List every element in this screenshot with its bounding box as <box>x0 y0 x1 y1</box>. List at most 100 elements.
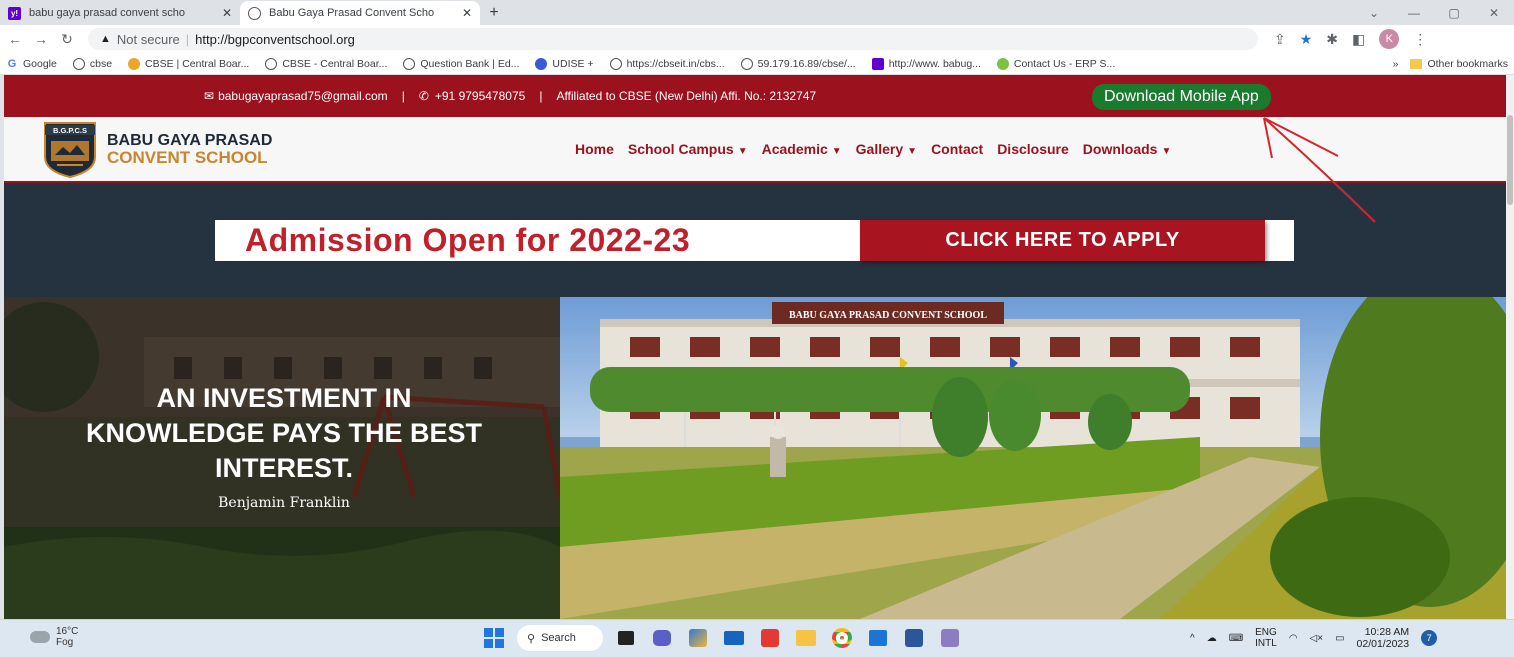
bookmark-label: CBSE | Central Boar... <box>145 57 250 70</box>
nav-disclosure[interactable]: Disclosure <box>997 141 1069 157</box>
school-building-image: BABU GAYA PRASAD CONVENT SCHOOL <box>560 297 1506 619</box>
taskbar-search[interactable]: ⚲ Search <box>517 625 603 651</box>
building-sign: BABU GAYA PRASAD CONVENT SCHOOL <box>789 310 987 321</box>
quote-author: Benjamin Franklin <box>218 495 350 511</box>
mail-icon: ✉ <box>204 89 215 103</box>
sway-icon[interactable] <box>865 625 891 651</box>
start-button[interactable] <box>481 625 507 651</box>
folder-icon <box>1410 58 1423 69</box>
bookmark-item[interactable]: Contact Us - ERP S... <box>996 57 1115 70</box>
nav-label: Downloads <box>1082 141 1158 157</box>
security-label: Not secure <box>116 31 180 47</box>
keyboard-layout: INTL <box>1255 638 1277 649</box>
bookmark-item[interactable]: G Google <box>6 58 57 70</box>
battery-icon[interactable]: ▭ <box>1335 633 1344 644</box>
restore-button[interactable]: ▢ <box>1434 0 1474 25</box>
bookmark-star-icon[interactable]: ★ <box>1300 31 1313 48</box>
brand-name[interactable]: BABU GAYA PRASAD CONVENT SCHOOL <box>107 132 272 166</box>
chevron-down-icon[interactable]: ⌄ <box>1354 0 1394 25</box>
bookmark-item[interactable]: Question Bank | Ed... <box>403 57 519 70</box>
bookmark-item[interactable]: http://www. babug... <box>871 57 981 70</box>
side-panel-icon[interactable]: ◧ <box>1352 31 1365 48</box>
language-indicator[interactable]: ENG INTL <box>1255 627 1277 649</box>
cbse-icon <box>128 57 141 70</box>
onedrive-icon[interactable]: ☁ <box>1207 633 1217 644</box>
address-bar[interactable]: ▲ Not secure | http://bgpconventschool.o… <box>88 28 1258 50</box>
download-app-button[interactable]: Download Mobile App <box>1092 84 1271 110</box>
bookmark-item[interactable]: CBSE - Central Boar... <box>265 57 387 70</box>
wifi-icon[interactable]: ◠ <box>1289 633 1298 644</box>
chat-icon[interactable] <box>649 625 675 651</box>
word-icon[interactable] <box>901 625 927 651</box>
file-explorer-icon[interactable] <box>793 625 819 651</box>
nav-label: Academic <box>761 141 828 157</box>
tab-school-site[interactable]: Babu Gaya Prasad Convent Scho ✕ <box>240 1 480 25</box>
apply-button[interactable]: CLICK HERE TO APPLY <box>860 220 1265 261</box>
logo-text: B.G.P.C.S <box>53 126 87 135</box>
bookmark-item[interactable]: UDISE + <box>535 57 594 70</box>
tab-yahoo-search[interactable]: y! babu gaya prasad convent scho ✕ <box>0 1 240 25</box>
back-button[interactable]: ← <box>4 31 26 47</box>
reload-button[interactable]: ↻ <box>56 31 78 48</box>
main-menu: Home School Campus ▼ Academic ▼ Gallery ▼ C… <box>575 141 1171 157</box>
nav-downloads[interactable]: Downloads ▼ <box>1083 141 1172 157</box>
page-scrollbar[interactable] <box>1506 75 1514 619</box>
window-controls: ⌄ — ▢ ✕ <box>1354 0 1514 25</box>
quote-panel: AN INVESTMENT IN KNOWLEDGE PAYS THE BEST… <box>4 297 560 619</box>
windows-taskbar: 16°C Fog ⚲ Search ^ ☁ ⌨ ENG INTL ◠ ◁× ▭ <box>0 619 1514 657</box>
new-tab-button[interactable]: + <box>480 1 508 25</box>
mail-app-icon[interactable] <box>721 625 747 651</box>
clock-time: 10:28 AM <box>1364 626 1410 638</box>
notification-badge[interactable]: 7 <box>1421 630 1438 646</box>
bookmark-item[interactable]: 59.179.16.89/cbse/... <box>740 57 856 70</box>
nav-school-campus[interactable]: School Campus ▼ <box>628 141 748 157</box>
email-link[interactable]: babugayaprasad75@gmail.com <box>218 89 388 103</box>
scrollbar-thumb[interactable] <box>1507 115 1513 205</box>
close-window-button[interactable]: ✕ <box>1474 0 1514 25</box>
taskbar-apps: ⚲ Search <box>481 625 963 651</box>
keyboard-icon[interactable]: ⌨ <box>1229 633 1243 644</box>
nav-academic[interactable]: Academic ▼ <box>762 141 842 157</box>
url-text: http://bgpconventschool.org <box>195 31 355 47</box>
affiliation-text: Affiliated to CBSE (New Delhi) Affi. No.… <box>556 89 817 103</box>
nav-label: Contact <box>931 141 984 157</box>
caret-down-icon: ▼ <box>831 146 842 157</box>
bookmark-item[interactable]: cbse <box>72 57 112 70</box>
close-icon[interactable]: ✕ <box>462 6 472 20</box>
anydesk-icon[interactable] <box>757 625 783 651</box>
share-icon[interactable]: ⇪ <box>1274 31 1286 48</box>
weather-widget[interactable]: 16°C Fog <box>30 626 78 648</box>
caret-down-icon: ▼ <box>737 146 748 157</box>
yahoo-icon: y! <box>8 6 21 20</box>
nav-home[interactable]: Home <box>575 141 614 157</box>
close-icon[interactable]: ✕ <box>222 6 232 20</box>
paint-icon[interactable] <box>685 625 711 651</box>
clock[interactable]: 10:28 AM 02/01/2023 <box>1357 626 1410 650</box>
school-logo[interactable]: B.G.P.C.S <box>41 121 99 179</box>
menu-dots-icon[interactable]: ⋮ <box>1413 31 1427 48</box>
chevron-up-icon[interactable]: ^ <box>1190 633 1195 644</box>
volume-mute-icon[interactable]: ◁× <box>1310 633 1324 644</box>
forward-button[interactable]: → <box>30 31 52 47</box>
nav-gallery[interactable]: Gallery ▼ <box>856 141 917 157</box>
task-view-icon[interactable] <box>613 625 639 651</box>
chrome-icon[interactable] <box>829 625 855 651</box>
bookmarks-overflow-button[interactable]: » <box>1393 58 1399 70</box>
snipping-tool-icon[interactable] <box>937 625 963 651</box>
bookmark-item[interactable]: CBSE | Central Boar... <box>128 57 250 70</box>
udise-icon <box>535 57 548 70</box>
other-bookmarks[interactable]: » Other bookmarks <box>1393 58 1508 70</box>
fog-icon <box>30 631 50 643</box>
profile-avatar[interactable]: K <box>1379 29 1400 49</box>
minimize-button[interactable]: — <box>1394 0 1434 25</box>
extensions-icon[interactable]: ✱ <box>1326 31 1338 48</box>
nav-contact[interactable]: Contact <box>931 141 983 157</box>
hero-slider: AN INVESTMENT IN KNOWLEDGE PAYS THE BEST… <box>4 297 1506 619</box>
bookmark-label: Google <box>23 57 57 70</box>
admission-banner[interactable]: Admission Open for 2022-23 CLICK HERE TO… <box>215 220 1294 261</box>
bookmark-item[interactable]: https://cbseit.in/cbs... <box>609 57 725 70</box>
annotation-arrow <box>1263 117 1376 223</box>
divider: | <box>185 31 190 47</box>
phone-link[interactable]: +91 9795478075 <box>435 89 525 103</box>
weather-temp: 16°C <box>56 626 79 637</box>
